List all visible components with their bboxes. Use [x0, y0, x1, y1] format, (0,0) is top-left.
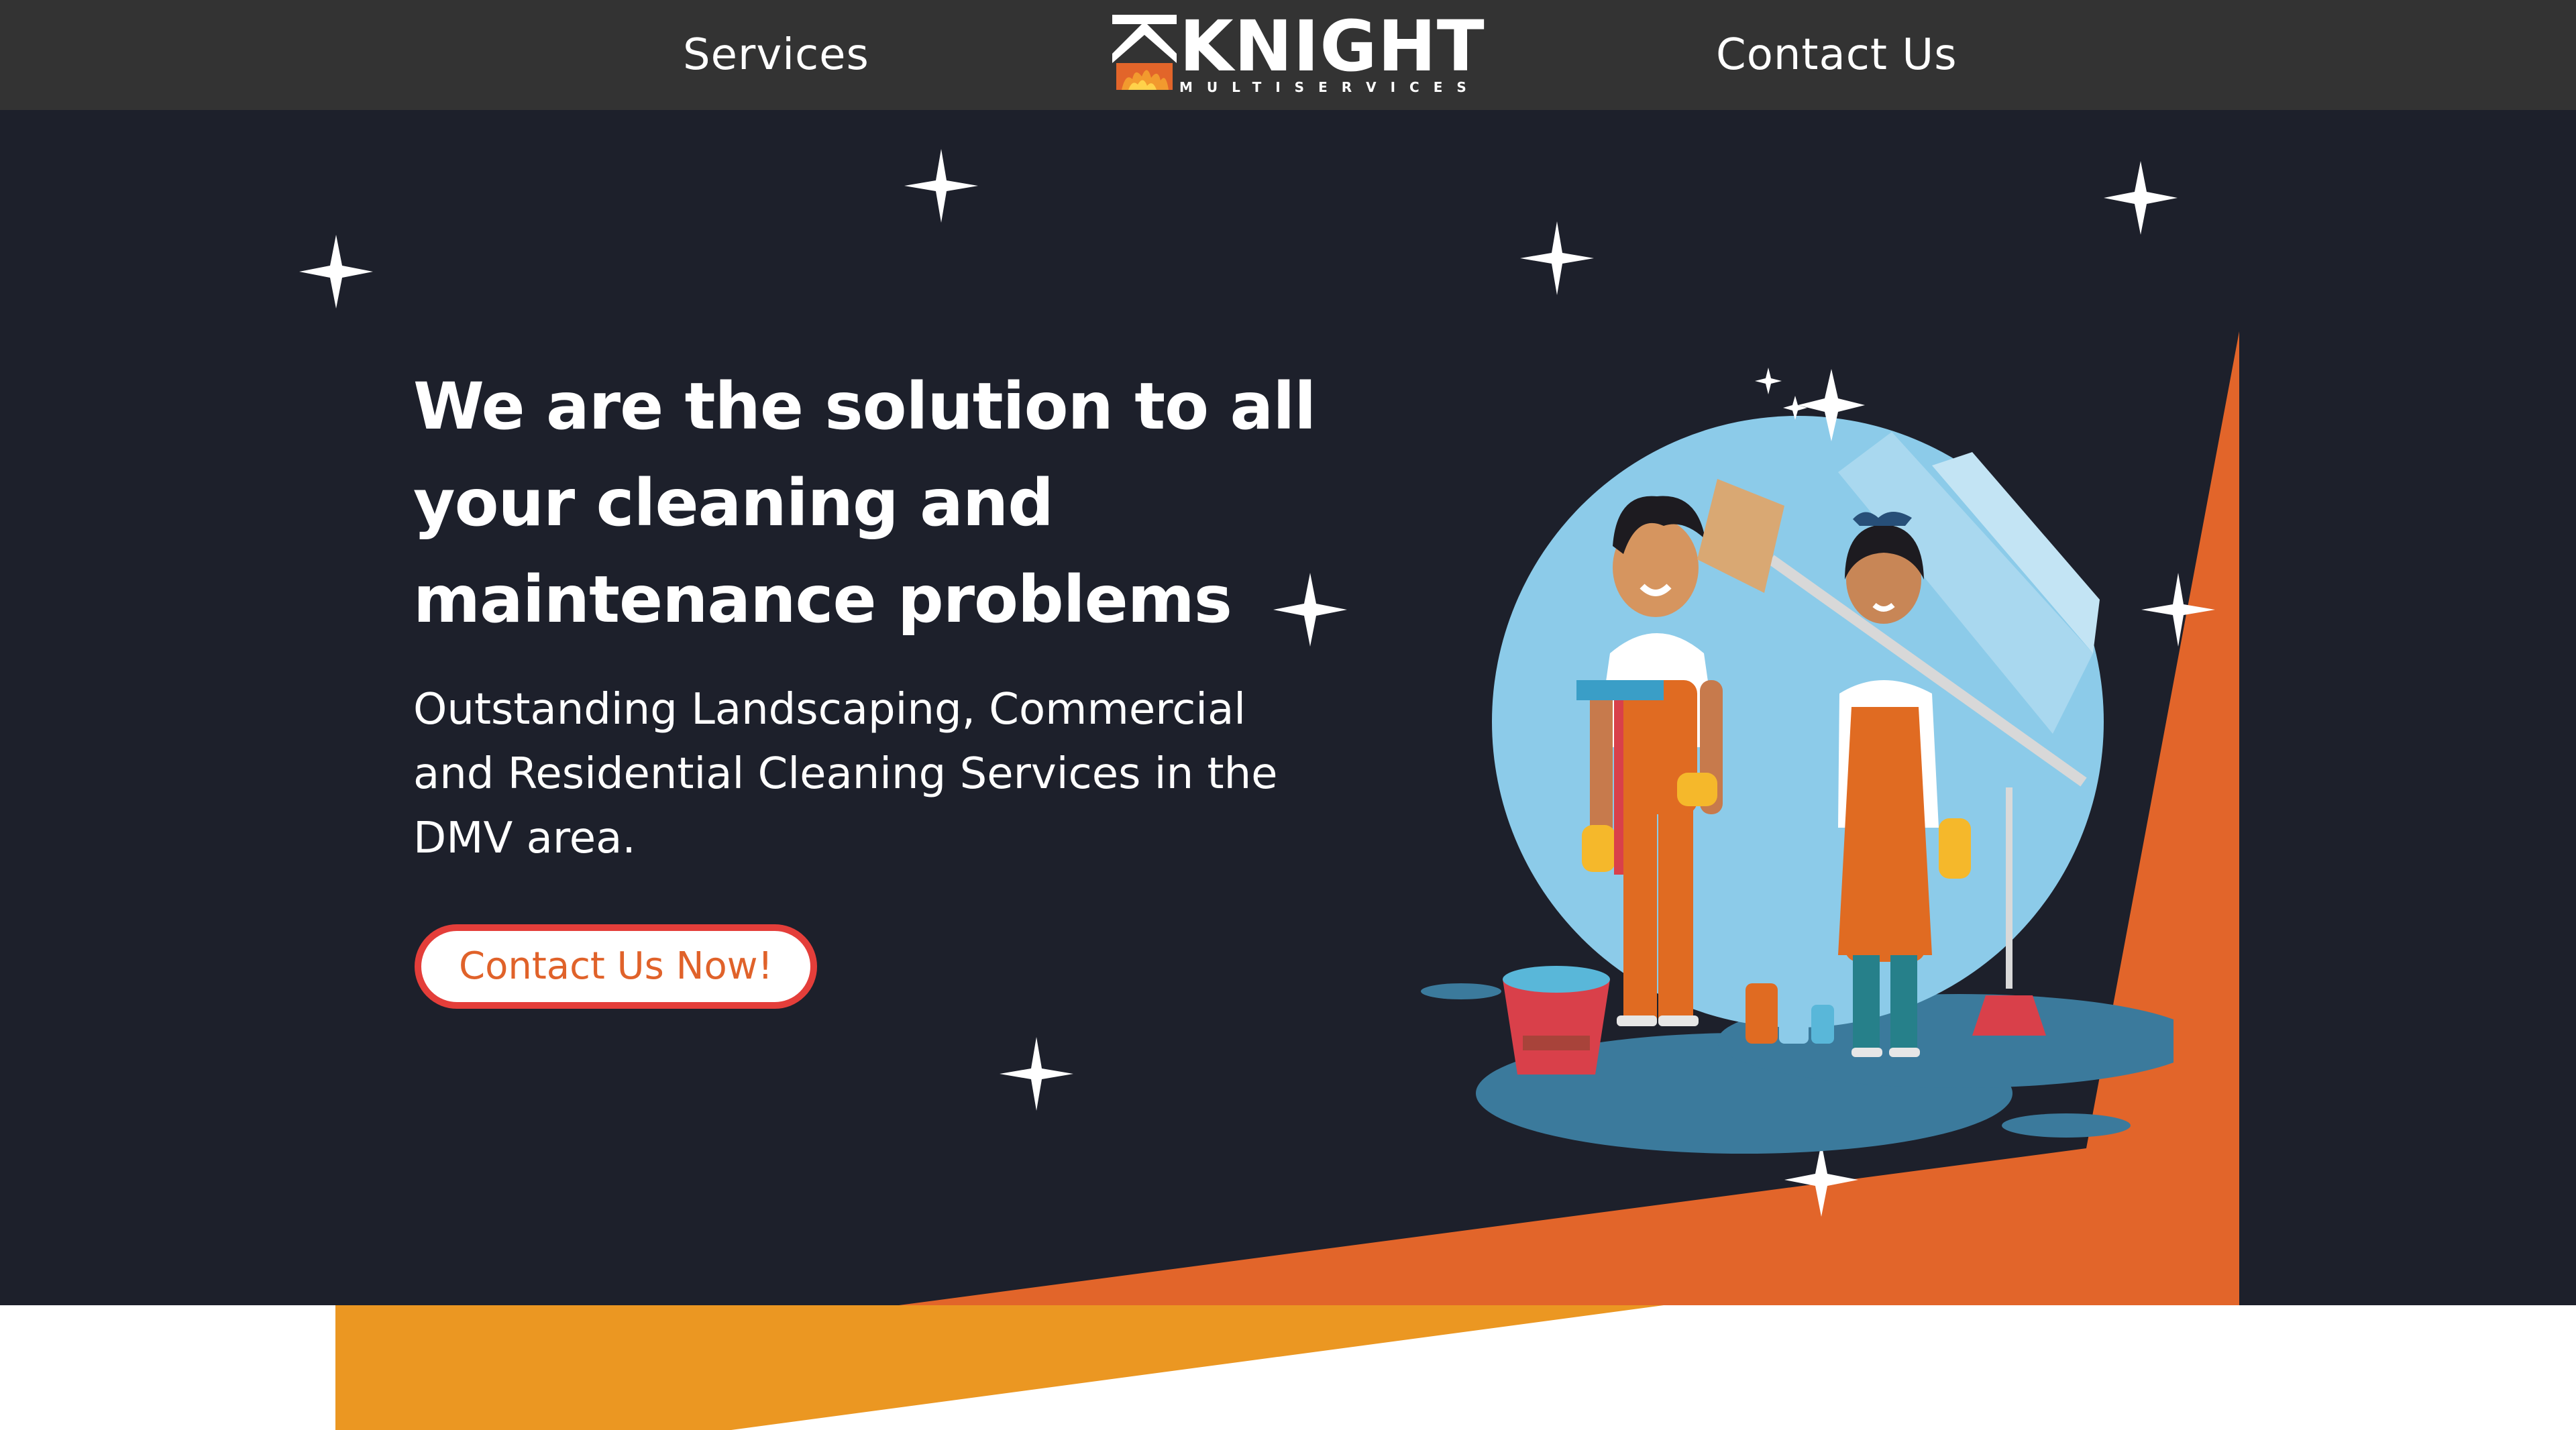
- sparkle-star-icon: [1000, 1037, 1073, 1111]
- logo-tagline: MULTISERVICES: [1179, 79, 1481, 95]
- site-logo[interactable]: KNIGHT MULTISERVICES: [1112, 9, 1485, 97]
- house-flame-logo-icon: [1112, 15, 1177, 90]
- yellow-accent-band: [335, 1305, 1664, 1430]
- nav-link-services[interactable]: Services: [683, 0, 869, 110]
- logo-wordmark: KNIGHT: [1179, 5, 1485, 87]
- contact-us-now-button[interactable]: Contact Us Now!: [415, 924, 817, 1009]
- hero-section: We are the solution to all your cleaning…: [0, 110, 2576, 1305]
- sparkle-star-icon: [904, 149, 978, 223]
- sparkle-star-icon: [1520, 221, 1594, 295]
- below-hero-section: [0, 1305, 2576, 1430]
- hero-subheading: Outstanding Landscaping, Commercial and …: [413, 685, 1278, 863]
- sparkle-star-icon: [2104, 161, 2178, 235]
- hero-heading: We are the solution to all your cleaning…: [413, 369, 1316, 637]
- top-navigation: Services KNIGHT MULTISERVICES Contact Us: [0, 0, 2576, 110]
- sparkle-star-icon: [299, 235, 373, 309]
- cleaning-staff-illustration: [1421, 368, 2174, 1154]
- nav-link-contact[interactable]: Contact Us: [1716, 0, 1957, 110]
